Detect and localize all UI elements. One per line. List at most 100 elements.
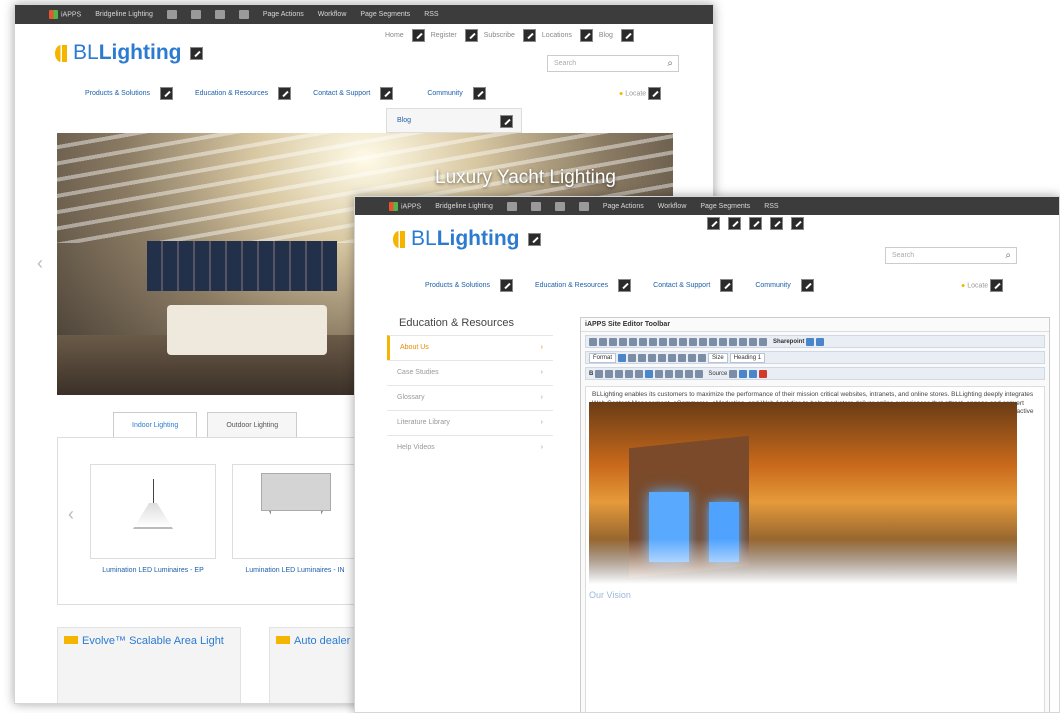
templates-icon[interactable] — [729, 369, 738, 378]
workflow-menu[interactable]: Workflow — [658, 203, 687, 210]
edit-pencil-icon[interactable] — [380, 86, 394, 100]
edit-pencil-icon[interactable] — [278, 86, 292, 100]
edit-pencil-icon[interactable] — [499, 278, 513, 292]
edit-pencil-icon[interactable] — [770, 217, 783, 230]
edit-pencil-icon[interactable] — [464, 29, 478, 42]
utility-link[interactable]: Home — [385, 32, 404, 39]
blockquote-icon[interactable] — [698, 353, 707, 362]
superscript-icon[interactable] — [635, 369, 644, 378]
maximize-icon[interactable] — [695, 369, 704, 378]
edit-pencil-icon[interactable] — [527, 232, 541, 246]
iapps-menu[interactable]: iAPPS — [389, 201, 421, 211]
nav-education[interactable]: Education & Resources — [195, 86, 299, 100]
edit-pencil-icon[interactable] — [522, 29, 536, 42]
dropdown-item-blog[interactable]: Blog — [397, 117, 411, 124]
paste-word-icon[interactable] — [659, 337, 667, 346]
smiley-icon[interactable] — [749, 337, 757, 346]
edit-pencil-icon[interactable] — [720, 278, 734, 292]
edit-pencil-icon[interactable] — [707, 217, 720, 230]
spellcheck-icon[interactable] — [669, 337, 677, 346]
heading-select[interactable]: Heading 1 — [729, 352, 766, 363]
save-icon[interactable] — [589, 337, 597, 346]
copy-icon[interactable] — [629, 337, 637, 346]
sharepoint-button[interactable]: Sharepoint — [773, 339, 804, 345]
paste-text-icon[interactable] — [649, 337, 657, 346]
nav-contact[interactable]: Contact & Support — [653, 278, 741, 292]
edit-pencil-icon[interactable] — [749, 217, 762, 230]
cut-icon[interactable] — [619, 337, 627, 346]
nav-products[interactable]: Products & Solutions — [425, 278, 521, 292]
redo-icon[interactable] — [689, 337, 697, 346]
unlink-icon[interactable] — [655, 369, 664, 378]
link-icon[interactable] — [645, 369, 654, 378]
source-button[interactable]: Source — [708, 371, 727, 377]
toolbar-icon[interactable] — [238, 10, 249, 19]
tab-indoor-lighting[interactable]: Indoor Lighting — [113, 412, 198, 438]
subscript-icon[interactable] — [625, 369, 634, 378]
product-thumb[interactable] — [232, 464, 358, 559]
save-draft-icon[interactable] — [739, 369, 748, 378]
building-photo[interactable] — [589, 402, 1017, 584]
toolbar-icon[interactable] — [166, 10, 177, 19]
close-icon[interactable] — [759, 369, 768, 378]
edit-pencil-icon[interactable] — [500, 115, 513, 128]
site-logo[interactable]: BLLighting — [55, 41, 203, 65]
edit-pencil-icon[interactable] — [800, 278, 814, 292]
product-label[interactable]: Lumination LED Luminaires - EP — [88, 566, 218, 576]
edit-pencil-icon[interactable] — [728, 217, 741, 230]
locate-link[interactable]: ● Locate — [961, 279, 1004, 292]
search-input[interactable]: Search ⌕ — [885, 247, 1017, 264]
locate-link[interactable]: ● Locate — [619, 87, 662, 100]
sharepoint-icon[interactable] — [806, 337, 815, 346]
edit-pencil-icon[interactable] — [472, 86, 486, 100]
anchor-icon[interactable] — [665, 369, 674, 378]
toolbar-icon[interactable] — [554, 201, 565, 211]
toolbar-icon[interactable] — [506, 201, 517, 211]
replace-icon[interactable] — [709, 337, 717, 346]
toolbar-icon[interactable] — [578, 201, 589, 211]
italic-icon[interactable] — [595, 369, 604, 378]
edit-pencil-icon[interactable] — [648, 87, 662, 100]
edit-pencil-icon[interactable] — [620, 29, 634, 42]
new-page-icon[interactable] — [599, 337, 607, 346]
edit-pencil-icon[interactable] — [618, 278, 632, 292]
find-icon[interactable] — [699, 337, 707, 346]
nav-contact[interactable]: Contact & Support — [313, 86, 401, 100]
page-segments-menu[interactable]: Page Segments — [360, 11, 410, 18]
bold-icon[interactable]: B — [589, 371, 593, 377]
carousel-prev-icon[interactable]: ‹ — [37, 253, 43, 274]
site-logo[interactable]: BLLighting — [393, 227, 541, 251]
edit-pencil-icon[interactable] — [791, 217, 804, 230]
workflow-menu[interactable]: Workflow — [318, 11, 347, 18]
indent-icon[interactable] — [688, 353, 697, 362]
search-input[interactable]: Search ⌕ — [547, 55, 679, 72]
rss-menu[interactable]: RSS — [764, 203, 778, 210]
toolbar-icon[interactable] — [214, 10, 225, 19]
search-icon[interactable]: ⌕ — [1005, 250, 1011, 261]
page-segments-menu[interactable]: Page Segments — [700, 203, 750, 210]
omega-icon[interactable] — [675, 369, 684, 378]
size-select[interactable]: Size — [708, 352, 728, 363]
toolbar-icon[interactable] — [190, 10, 201, 19]
nav-products[interactable]: Products & Solutions — [85, 86, 181, 100]
edit-pencil-icon[interactable] — [411, 29, 425, 42]
utility-link[interactable]: Register — [431, 32, 457, 39]
nav-education[interactable]: Education & Resources — [535, 278, 639, 292]
edit-pencil-icon[interactable] — [159, 86, 173, 100]
feature-card[interactable]: Evolve™ Scalable Area Light — [57, 627, 241, 703]
edit-pencil-icon[interactable] — [990, 279, 1004, 292]
underline-icon[interactable] — [605, 369, 614, 378]
site-menu[interactable]: Bridgeline Lighting — [95, 11, 153, 18]
strike-icon[interactable] — [615, 369, 624, 378]
site-menu[interactable]: Bridgeline Lighting — [435, 203, 493, 210]
utility-link[interactable]: Subscribe — [484, 32, 515, 39]
align-left-icon[interactable] — [618, 353, 627, 362]
toolbar-icon[interactable] — [530, 201, 541, 211]
page-actions-menu[interactable]: Page Actions — [263, 11, 304, 18]
edit-pencil-icon[interactable] — [579, 29, 593, 42]
sidebar-item-case-studies[interactable]: Case Studies › — [387, 360, 553, 385]
product-label[interactable]: Lumination LED Luminaires - IN — [230, 566, 360, 576]
table-icon[interactable] — [739, 337, 747, 346]
align-right-icon[interactable] — [638, 353, 647, 362]
sidebar-item-literature-library[interactable]: Literature Library › — [387, 410, 553, 435]
